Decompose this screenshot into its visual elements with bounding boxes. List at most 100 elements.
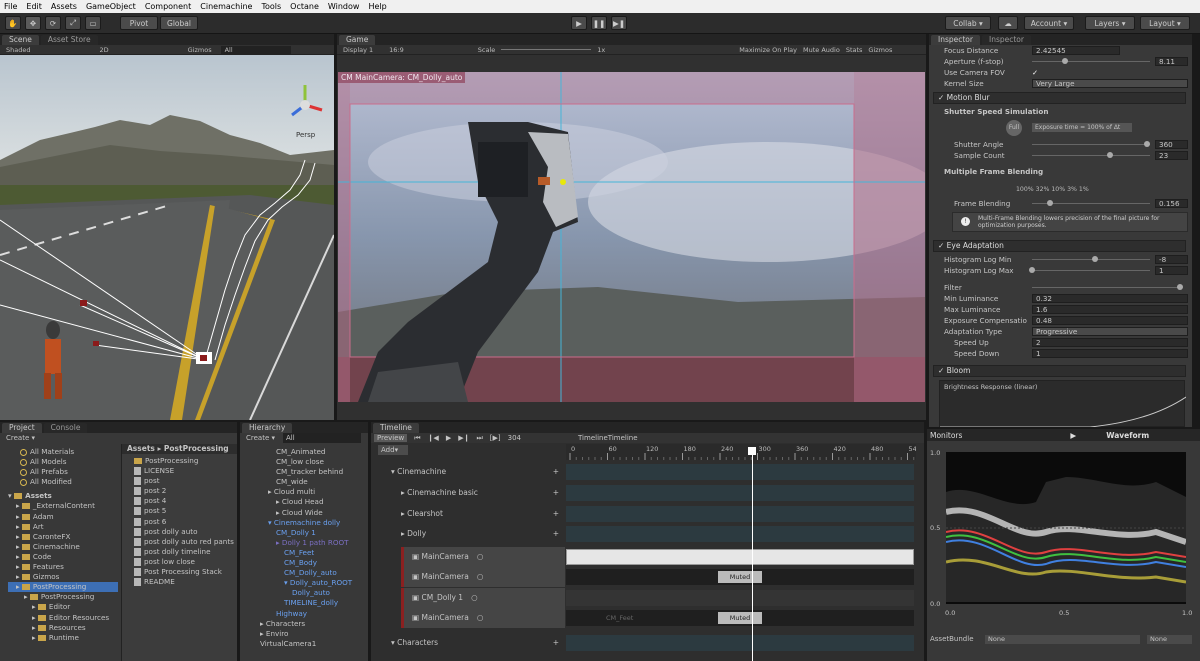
gizmos-dropdown[interactable]: Gizmos xyxy=(188,46,212,54)
hierarchy-item[interactable]: ▸ Characters xyxy=(248,619,366,629)
speed-down-field[interactable]: 1 xyxy=(1032,349,1188,358)
play-monitor-icon[interactable]: ▶ xyxy=(1070,431,1076,440)
track-lane[interactable]: CM_Feet Muted xyxy=(566,610,914,626)
menu-file[interactable]: File xyxy=(4,2,17,11)
file-item[interactable]: post 6 xyxy=(134,517,237,527)
max-luminance-field[interactable]: 1.6 xyxy=(1032,305,1188,314)
use-camera-fov-checkbox[interactable]: ✓ xyxy=(1032,67,1038,78)
tab-game[interactable]: Game xyxy=(339,35,376,45)
tab-console[interactable]: Console xyxy=(43,423,88,433)
menu-cinemachine[interactable]: Cinemachine xyxy=(200,2,252,11)
tab-scene[interactable]: Scene xyxy=(2,35,39,45)
favorite-item[interactable]: All Modified xyxy=(8,477,118,487)
pause-button[interactable]: ❚❚ xyxy=(591,16,607,30)
menu-octane[interactable]: Octane xyxy=(290,2,319,11)
file-item[interactable]: post dolly timeline xyxy=(134,547,237,557)
layers-dropdown[interactable]: Layers ▾ xyxy=(1085,16,1135,30)
bloom-header[interactable]: ✓ Bloom xyxy=(933,365,1186,377)
rect-tool-icon[interactable]: ▭ xyxy=(85,16,101,30)
asset-bundle-dropdown[interactable]: None xyxy=(985,635,1140,644)
scene-search-input[interactable]: All xyxy=(220,45,291,54)
tab-project[interactable]: Project xyxy=(2,423,42,433)
hierarchy-tree[interactable]: CM_Animated CM_low close CM_tracker behind… xyxy=(248,447,366,649)
prev-frame-icon[interactable]: ❙◀ xyxy=(428,434,439,442)
file-item[interactable]: README xyxy=(134,577,237,587)
aspect-dropdown[interactable]: 16:9 xyxy=(389,46,404,54)
exposure-time-button[interactable]: Exposure time = 100% of Δt xyxy=(1032,123,1132,132)
file-item[interactable]: post 2 xyxy=(134,486,237,496)
rotate-tool-icon[interactable]: ⟳ xyxy=(45,16,61,30)
tab-inspector-2[interactable]: Inspector xyxy=(981,35,1031,45)
project-create-dropdown[interactable]: Create ▾ xyxy=(0,433,237,443)
layout-dropdown[interactable]: Layout ▾ xyxy=(1140,16,1190,30)
hierarchy-item[interactable]: CM_tracker behind xyxy=(248,467,366,477)
folder-item[interactable]: ▸ Runtime xyxy=(8,633,118,643)
timeline-track[interactable]: ▾ Cinemachine + xyxy=(371,462,565,482)
scale-tool-icon[interactable]: ⤢ xyxy=(65,16,81,30)
folder-item[interactable]: ▸ Editor Resources xyxy=(8,613,118,623)
adaptation-type-dropdown[interactable]: Progressive xyxy=(1032,327,1188,336)
folder-item[interactable]: ▸ Gizmos xyxy=(8,572,118,582)
histogram-max-slider[interactable] xyxy=(1029,267,1150,273)
full-button[interactable]: Full xyxy=(1006,120,1022,136)
file-item[interactable]: post 5 xyxy=(134,506,237,516)
track-lane[interactable] xyxy=(566,485,914,501)
timeline-track[interactable]: ▸ Clearshot + xyxy=(371,504,565,524)
tab-inspector-1[interactable]: Inspector xyxy=(931,35,980,45)
folder-item[interactable]: ▸ Code xyxy=(8,552,118,562)
folder-item[interactable]: ▸ _ExternalContent xyxy=(8,501,118,511)
hierarchy-item[interactable]: CM_Body xyxy=(248,558,366,568)
eye-adaptation-header[interactable]: ✓ Eye Adaptation xyxy=(933,240,1186,252)
shutter-angle-slider[interactable] xyxy=(1032,141,1150,147)
hierarchy-item[interactable]: TIMELINE_dolly xyxy=(248,598,366,608)
go-to-end-icon[interactable]: ⏭ xyxy=(476,434,482,443)
add-icon[interactable]: + xyxy=(553,504,559,524)
timeline-track[interactable]: ▣ MainCamera ○ xyxy=(401,547,565,567)
favorite-item[interactable]: All Materials xyxy=(8,447,118,457)
hierarchy-item[interactable]: ▸ Enviro xyxy=(248,629,366,639)
sample-count-slider[interactable] xyxy=(1032,152,1150,158)
folder-item[interactable]: ▸ Art xyxy=(8,522,118,532)
favorite-item[interactable]: All Models xyxy=(8,457,118,467)
track-lane[interactable]: Muted xyxy=(566,569,914,585)
timeline-track[interactable]: ▸ Cinemachine basic + xyxy=(371,483,565,503)
file-item[interactable]: LICENSE xyxy=(134,466,237,476)
hierarchy-item[interactable]: VirtualCamera1 xyxy=(248,639,366,649)
hierarchy-item[interactable]: CM_Dolly 1 xyxy=(248,528,366,538)
add-icon[interactable]: + xyxy=(553,462,559,482)
hierarchy-item[interactable]: ▾ Dolly_auto_ROOT xyxy=(248,578,366,588)
collab-dropdown[interactable]: Collab ▾ xyxy=(945,16,991,30)
folder-item[interactable]: ▸ PostProcessing xyxy=(8,592,118,602)
shading-mode-dropdown[interactable]: Shaded xyxy=(6,46,30,54)
global-toggle[interactable]: Global xyxy=(160,16,198,30)
tab-asset-store[interactable]: Asset Store xyxy=(40,35,98,45)
timeline-track[interactable]: ▸ Dolly + xyxy=(371,524,565,544)
move-tool-icon[interactable]: ✥ xyxy=(25,16,41,30)
hierarchy-item[interactable]: Highway xyxy=(248,609,366,619)
folder-item[interactable]: ▸ CaronteFX xyxy=(8,532,118,542)
go-to-start-icon[interactable]: ⏮ xyxy=(414,434,420,443)
game-viewport[interactable] xyxy=(338,72,925,402)
histogram-min-slider[interactable] xyxy=(1032,256,1150,262)
hierarchy-item[interactable]: Dolly_auto xyxy=(248,588,366,598)
asset-variant-dropdown[interactable]: None xyxy=(1147,635,1192,644)
speed-up-field[interactable]: 2 xyxy=(1032,338,1188,347)
frame-blending-slider[interactable] xyxy=(1032,200,1150,206)
kernel-size-dropdown[interactable]: Very Large xyxy=(1032,79,1188,88)
timeline-track[interactable]: ▾ Characters + xyxy=(371,633,565,653)
current-frame-field[interactable]: 304 xyxy=(508,434,521,442)
playhead-handle[interactable] xyxy=(748,447,756,455)
timeline-track[interactable]: ▣ MainCamera ○ xyxy=(401,608,565,628)
play-button[interactable]: ▶ xyxy=(571,16,587,30)
menu-assets[interactable]: Assets xyxy=(51,2,77,11)
menu-help[interactable]: Help xyxy=(368,2,386,11)
menu-tools[interactable]: Tools xyxy=(261,2,281,11)
track-option-icon[interactable]: ○ xyxy=(477,552,484,561)
hierarchy-item[interactable]: CM_Animated xyxy=(248,447,366,457)
range-icon[interactable]: [▶] xyxy=(490,434,501,442)
timeline-play-icon[interactable]: ▶ xyxy=(446,434,451,442)
hierarchy-item[interactable]: CM_Feet xyxy=(248,548,366,558)
display-dropdown[interactable]: Display 1 xyxy=(343,46,373,54)
track-lane[interactable] xyxy=(566,464,914,480)
aperture-slider[interactable] xyxy=(1032,58,1150,64)
